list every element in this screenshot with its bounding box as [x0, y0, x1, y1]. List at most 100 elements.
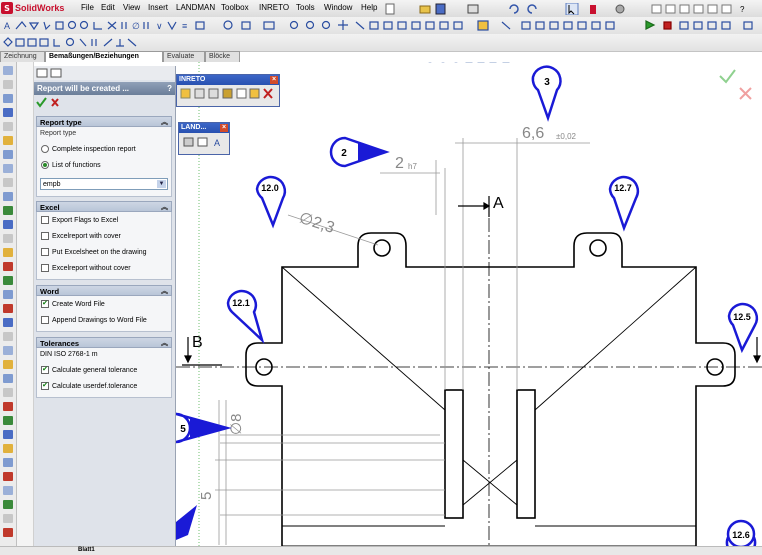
checkbox-append-drawings[interactable]: Append Drawings to Word File	[41, 316, 147, 324]
strip-tool-icon[interactable]	[3, 472, 13, 481]
strip-tool-icon[interactable]	[3, 108, 13, 117]
strip-tool-icon[interactable]	[3, 304, 13, 313]
wireframe-icon[interactable]	[411, 21, 421, 30]
menu-inreto[interactable]: INRETO	[259, 3, 289, 12]
checkbox-excelreport-cover[interactable]: Excelreport with cover	[41, 232, 121, 240]
accept-corner-icon[interactable]	[719, 69, 736, 84]
balloon-12-7[interactable]: 12.7	[608, 175, 640, 232]
balloon-3[interactable]: 3	[531, 65, 562, 122]
feature-tree-tab-icon[interactable]	[36, 68, 48, 78]
menu-file[interactable]: File	[81, 3, 94, 12]
reject-corner-icon[interactable]	[739, 87, 752, 100]
display-icon[interactable]	[369, 21, 379, 30]
strip-tool-icon[interactable]	[3, 514, 13, 523]
export-icon[interactable]	[577, 21, 587, 30]
smart-dimension-icon[interactable]	[3, 37, 13, 47]
strip-tool-icon[interactable]	[3, 486, 13, 495]
new-file-icon[interactable]	[385, 3, 395, 15]
target-icon[interactable]	[223, 20, 233, 30]
inreto-toolbar-title[interactable]: INRETO ×	[177, 75, 279, 85]
ordinate-dimension-icon[interactable]	[53, 39, 60, 47]
baseline-dimension-icon[interactable]	[39, 38, 49, 47]
inreto-tool-icon[interactable]	[249, 88, 260, 99]
strip-tool-icon[interactable]	[3, 192, 13, 201]
strip-tool-icon[interactable]	[3, 248, 13, 257]
checkbox[interactable]	[41, 248, 49, 256]
zoom-window-icon[interactable]	[289, 20, 299, 30]
menu-insert[interactable]: Insert	[148, 3, 168, 12]
shaded-icon[interactable]	[383, 21, 393, 30]
checkbox-userdef-tolerance[interactable]: ✔ Calculate userdef.tolerance	[41, 382, 137, 390]
checkbox-excelreport-no-cover[interactable]: Excelreport without cover	[41, 264, 131, 272]
strip-tool-icon[interactable]	[3, 136, 13, 145]
landman-tool-icon[interactable]	[197, 137, 208, 147]
radio-list-of-functions[interactable]: List of functions	[41, 161, 101, 169]
cancel-x-icon[interactable]	[51, 98, 59, 107]
strip-tool-icon[interactable]	[3, 206, 13, 215]
menu-edit[interactable]: Edit	[101, 3, 115, 12]
undo-icon[interactable]	[509, 4, 519, 14]
menu-tools[interactable]: Tools	[296, 3, 315, 12]
vertical-dimension-icon[interactable]	[27, 38, 37, 47]
tab-bloecke[interactable]: Blöcke	[205, 51, 240, 62]
strip-tool-icon[interactable]	[3, 528, 13, 537]
section-report-type-header[interactable]: Report type ︽	[36, 116, 172, 127]
help-question-icon[interactable]: ?	[740, 5, 745, 14]
strip-tool-icon[interactable]	[3, 346, 13, 355]
open-file-icon[interactable]	[419, 5, 431, 14]
strip-tool-icon[interactable]	[3, 416, 13, 425]
measure-icon[interactable]	[501, 21, 511, 30]
strip-tool-icon[interactable]	[3, 402, 13, 411]
customize-icon[interactable]	[721, 21, 731, 30]
drawing-canvas[interactable]: 6,6 ±0,02 2 h7 ∅2,3 ∅8 5 A B 3 2 12.0 12…	[176, 62, 762, 554]
tab-evaluate[interactable]: Evaluate	[163, 51, 205, 62]
checkbox[interactable]	[41, 316, 49, 324]
select-icon[interactable]	[565, 3, 579, 15]
strip-tool-icon[interactable]	[3, 150, 13, 159]
balloon-2[interactable]: 2	[329, 136, 390, 168]
checkbox[interactable]	[41, 216, 49, 224]
pan-icon[interactable]	[338, 20, 348, 30]
checkbox-checked[interactable]: ✔	[41, 382, 49, 390]
datum-target-icon[interactable]	[143, 22, 149, 29]
view-orientation-icon[interactable]	[453, 21, 463, 30]
strip-tool-icon[interactable]	[3, 94, 13, 103]
dim-2-3-text[interactable]: ∅2,3	[297, 210, 337, 237]
menu-landman[interactable]: LANDMAN	[176, 3, 215, 12]
inreto-floating-toolbar[interactable]: INRETO ×	[176, 74, 280, 107]
strip-tool-icon[interactable]	[3, 388, 13, 397]
highlight-icon[interactable]	[477, 20, 489, 31]
checkbox-general-tolerance[interactable]: ✔ Calculate general tolerance	[41, 366, 137, 374]
zoom-in-icon[interactable]	[305, 20, 315, 30]
dim-6-6-text[interactable]: 6,6	[522, 125, 544, 142]
radio-complete-inspection[interactable]: Complete inspection report	[41, 145, 136, 153]
inreto-tool-icon[interactable]	[236, 88, 247, 99]
property-tab-icon[interactable]	[50, 68, 62, 78]
checkbox-put-excelsheet[interactable]: Put Excelsheet on the drawing	[41, 248, 147, 256]
menu-help[interactable]: Help	[361, 3, 377, 12]
auto-balloon-icon[interactable]	[79, 20, 89, 30]
centermark-icon[interactable]	[93, 22, 102, 30]
strip-tool-icon[interactable]	[3, 318, 13, 327]
balloon-12-0[interactable]: 12.0	[255, 175, 287, 229]
dropdown-arrow-icon[interactable]: ▼	[157, 180, 166, 188]
help-icon[interactable]: ?	[167, 82, 172, 95]
strip-tool-icon[interactable]	[3, 374, 13, 383]
landman-tool-icon[interactable]	[183, 137, 194, 147]
path-length-icon[interactable]	[91, 39, 97, 46]
section-props-icon[interactable]	[535, 21, 545, 30]
redo-icon[interactable]	[527, 4, 537, 14]
weld-icon[interactable]	[28, 22, 40, 31]
strip-tool-icon[interactable]	[3, 360, 13, 369]
report-template-select[interactable]: empb ▼	[40, 178, 168, 190]
section-tolerances-header[interactable]: Tolerances ︽	[36, 337, 172, 348]
zoom-out-icon[interactable]	[321, 20, 331, 30]
inreto-delete-icon[interactable]	[263, 88, 273, 99]
arc-length-icon[interactable]	[103, 38, 113, 47]
geom-tol-icon[interactable]: ∅	[132, 21, 140, 31]
radio-button[interactable]	[41, 145, 49, 153]
save-icon[interactable]	[435, 3, 446, 15]
inreto-tool-icon[interactable]	[208, 88, 219, 99]
menu-view[interactable]: View	[123, 3, 140, 12]
table-icon[interactable]: ≡	[182, 21, 187, 31]
